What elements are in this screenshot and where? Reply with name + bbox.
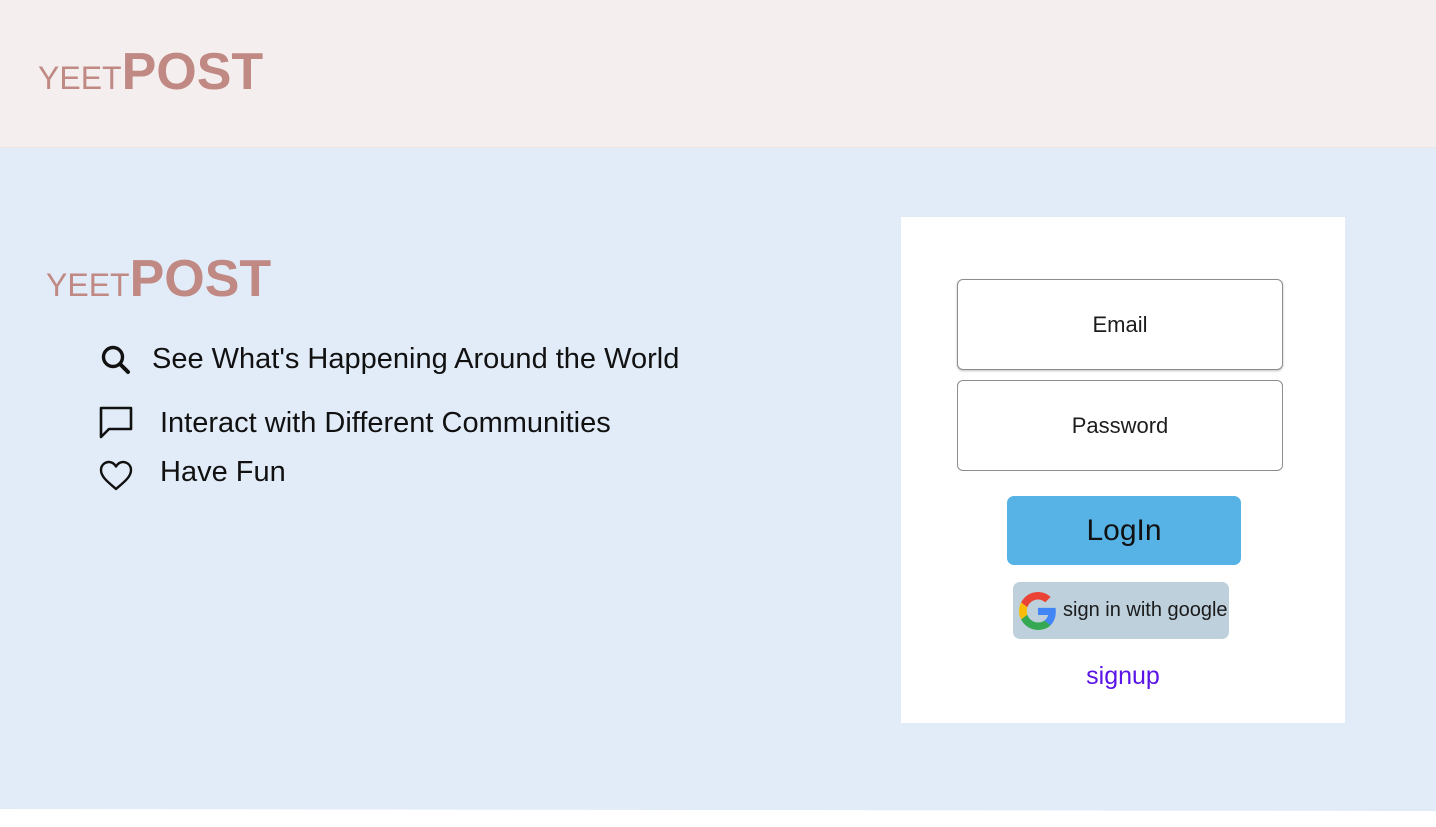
- google-signin-label: sign in with google: [1063, 599, 1228, 621]
- hero-section: YEETPOST See What's Happening Around the…: [0, 148, 1436, 811]
- hero-logo: YEETPOST: [46, 253, 271, 305]
- logo-yeet: YEET: [46, 267, 130, 303]
- signup-link[interactable]: signup: [901, 662, 1345, 691]
- feature-text: See What's Happening Around the World: [152, 343, 680, 375]
- search-icon: [101, 345, 130, 374]
- logo-post: POST: [121, 43, 264, 101]
- login-button[interactable]: LogIn: [1007, 496, 1241, 565]
- feature-text: Have Fun: [160, 456, 286, 488]
- google-icon: [1019, 592, 1056, 630]
- header-logo[interactable]: YEETPOST: [38, 46, 263, 98]
- email-field[interactable]: [957, 279, 1283, 370]
- chat-bubble-icon: [99, 406, 133, 439]
- login-card: LogIn sign in with google signup: [901, 217, 1345, 723]
- google-signin-button[interactable]: sign in with google: [1013, 582, 1229, 639]
- logo-yeet: YEET: [38, 60, 122, 96]
- login-page: YEETPOST YEETPOST See What's Happening A…: [0, 0, 1436, 827]
- logo-post: POST: [129, 250, 272, 308]
- heart-icon: [99, 460, 133, 491]
- top-header: YEETPOST: [0, 0, 1436, 148]
- feature-text: Interact with Different Communities: [160, 407, 611, 439]
- password-field[interactable]: [957, 380, 1283, 471]
